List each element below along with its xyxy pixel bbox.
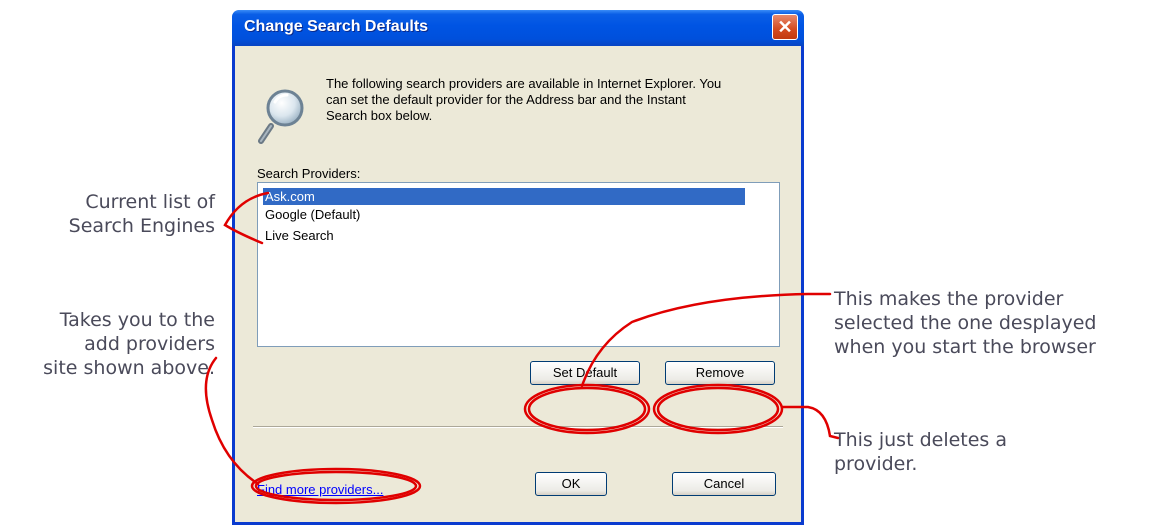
annotation-line-set-default xyxy=(580,292,832,388)
annotation-ellipse-find-more xyxy=(250,467,422,505)
annotation-line-remove xyxy=(780,405,840,440)
annotation-ellipse-set-default-inner xyxy=(527,386,647,432)
annotation-line-find-more xyxy=(204,356,260,486)
annotation-bracket-list xyxy=(223,191,270,245)
annotation-ellipse-remove-inner xyxy=(656,386,780,432)
annotation-ellipse-set-default xyxy=(523,383,651,435)
annotation-overlay xyxy=(204,191,840,505)
annotation-ellipse-find-more-inner xyxy=(254,470,418,502)
annotation-ellipse-remove xyxy=(652,383,784,435)
